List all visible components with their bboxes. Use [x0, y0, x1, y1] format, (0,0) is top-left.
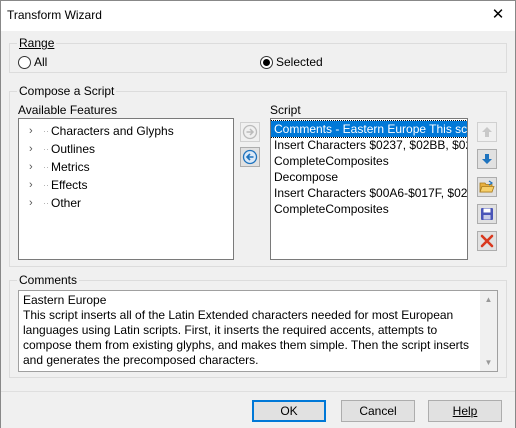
script-item[interactable]: Comments - Eastern Europe This scr — [271, 120, 467, 138]
radio-selected-circle[interactable] — [260, 55, 273, 69]
close-icon: ✕ — [491, 6, 505, 23]
cancel-button[interactable]: Cancel — [341, 400, 415, 422]
tree-item-label: Outlines — [51, 142, 96, 156]
tree-item-outlines[interactable]: › ·· Outlines — [19, 140, 233, 158]
open-folder-icon — [479, 180, 495, 193]
close-button[interactable]: ✕ — [481, 1, 515, 31]
comments-textarea[interactable]: Eastern Europe This script inserts all o… — [18, 290, 498, 372]
move-down-button[interactable] — [477, 149, 497, 169]
script-item[interactable]: Insert Characters $00A6-$017F, $0218 — [271, 185, 467, 201]
tree-item-characters-and-glyphs[interactable]: › ·· Characters and Glyphs — [19, 122, 233, 140]
expand-chevron-icon[interactable]: › — [29, 158, 43, 176]
arrow-left-icon — [242, 149, 258, 165]
scroll-up-icon[interactable]: ▲ — [480, 291, 497, 308]
range-group-label: Range — [17, 36, 57, 50]
script-item[interactable]: CompleteComposites — [271, 153, 467, 169]
move-up-button[interactable] — [477, 122, 497, 142]
radio-all-circle[interactable] — [18, 55, 31, 69]
arrow-up-icon — [482, 127, 492, 137]
compose-group-label: Compose a Script — [17, 84, 117, 98]
open-script-button[interactable] — [477, 177, 497, 197]
expand-chevron-icon[interactable]: › — [29, 122, 43, 140]
comment-title-line: Eastern Europe — [23, 293, 107, 307]
dialog-button-bar: OK Cancel Help — [1, 391, 515, 428]
range-group — [9, 43, 507, 73]
radio-all-label: All — [34, 55, 48, 69]
transform-wizard-dialog: Transform Wizard ✕ Range All Selected Co… — [0, 0, 516, 428]
arrow-down-icon — [482, 154, 492, 164]
script-item[interactable]: Insert Characters $0237, $02BB, $02B — [271, 137, 467, 153]
tree-item-metrics[interactable]: › ·· Metrics — [19, 158, 233, 176]
script-item[interactable]: Decompose — [271, 169, 467, 185]
radio-selected-label: Selected — [276, 55, 323, 69]
ok-button[interactable]: OK — [252, 400, 326, 422]
arrow-right-icon — [242, 124, 258, 140]
remove-from-script-button[interactable] — [240, 147, 260, 167]
tree-item-effects[interactable]: › ·· Effects — [19, 176, 233, 194]
tree-item-label: Metrics — [51, 160, 90, 174]
tree-item-label: Characters and Glyphs — [51, 124, 174, 138]
delete-script-item-button[interactable] — [477, 231, 497, 251]
available-features-label: Available Features — [18, 103, 118, 117]
comment-body: This script inserts all of the Latin Ext… — [23, 308, 469, 367]
radio-all[interactable]: All — [18, 55, 47, 69]
radio-selected[interactable]: Selected — [260, 55, 323, 69]
save-script-button[interactable] — [477, 204, 497, 224]
comments-scrollbar[interactable]: ▲ ▼ — [480, 291, 497, 371]
tree-item-label: Effects — [51, 178, 88, 192]
window-title: Transform Wizard — [7, 8, 102, 22]
expand-chevron-icon[interactable]: › — [29, 140, 43, 158]
tree-item-label: Other — [51, 196, 82, 210]
add-to-script-button[interactable] — [240, 122, 260, 142]
script-list[interactable]: Comments - Eastern Europe This scr Inser… — [270, 118, 468, 260]
delete-icon — [480, 234, 494, 248]
script-item[interactable]: CompleteComposites — [271, 201, 467, 217]
scroll-down-icon[interactable]: ▼ — [480, 354, 497, 371]
save-icon — [481, 208, 493, 220]
help-button[interactable]: Help — [428, 400, 502, 422]
expand-chevron-icon[interactable]: › — [29, 194, 43, 212]
available-features-tree[interactable]: › ·· Characters and Glyphs › ·· Outlines ›… — [18, 118, 234, 260]
title-bar: Transform Wizard ✕ — [1, 1, 515, 31]
tree-item-other[interactable]: › ·· Other — [19, 194, 233, 212]
expand-chevron-icon[interactable]: › — [29, 176, 43, 194]
script-label: Script — [270, 103, 301, 117]
comments-group-label: Comments — [17, 273, 80, 287]
